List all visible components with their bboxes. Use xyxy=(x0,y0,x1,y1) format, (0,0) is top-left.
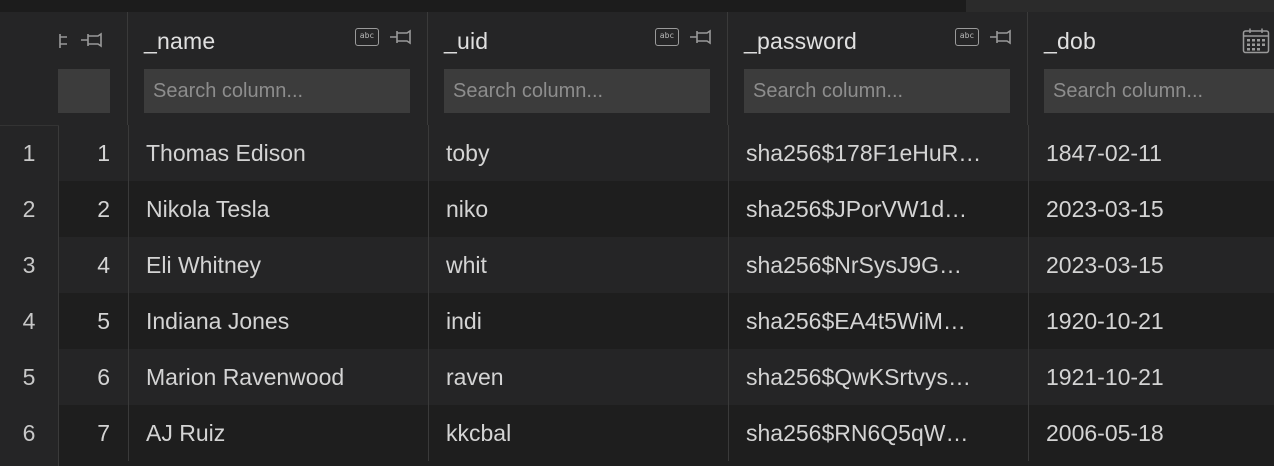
cell-dob[interactable]: 2023-03-15 xyxy=(1029,181,1274,237)
cell-uid[interactable]: raven xyxy=(429,349,729,405)
cell-dob[interactable]: 2023-03-15 xyxy=(1029,237,1274,293)
cell-dob[interactable]: 1920-10-21 xyxy=(1029,293,1274,349)
cell-password[interactable]: sha256$QwKSrtvys… xyxy=(729,349,1029,405)
abc-icon: abc xyxy=(955,28,979,46)
cell-name[interactable]: Nikola Tesla xyxy=(129,181,429,237)
cell-uid[interactable]: niko xyxy=(429,181,729,237)
column-title-dob: _dob xyxy=(1044,28,1096,54)
grid-header: _name abc _uid abc xyxy=(0,12,1274,126)
search-input-dob[interactable] xyxy=(1044,69,1274,113)
cell-password[interactable]: sha256$EA4t5WiM… xyxy=(729,293,1029,349)
cell-password[interactable]: sha256$JPorVW1d… xyxy=(729,181,1029,237)
cell-name[interactable]: Eli Whitney xyxy=(129,237,429,293)
horizontal-scrollbar[interactable] xyxy=(0,0,1274,12)
cell-id[interactable]: 1 xyxy=(59,125,129,181)
table-row[interactable]: 7 AJ Ruiz kkcbal sha256$RN6Q5qW… 2006-05… xyxy=(59,405,1274,461)
cell-dob[interactable]: 2006-05-18 xyxy=(1029,405,1274,461)
row-number: 3 xyxy=(22,252,36,278)
search-input-name[interactable] xyxy=(144,69,410,113)
search-input-password[interactable] xyxy=(744,69,1010,113)
cell-uid[interactable]: whit xyxy=(429,237,729,293)
cell-id[interactable]: 6 xyxy=(59,349,129,405)
row-number: 6 xyxy=(22,420,36,446)
row-number: 1 xyxy=(22,140,36,166)
row-number: 2 xyxy=(22,196,36,222)
abc-icon: abc xyxy=(355,28,379,46)
calendar-icon xyxy=(1242,28,1270,54)
column-title-name: _name xyxy=(144,28,216,54)
pin-icon[interactable] xyxy=(389,28,413,46)
cell-id[interactable]: 5 xyxy=(59,293,129,349)
row-number: 5 xyxy=(22,364,36,390)
table-row[interactable]: 2 Nikola Tesla niko sha256$JPorVW1d… 202… xyxy=(59,181,1274,237)
scrollbar-thumb[interactable] xyxy=(966,0,1274,12)
column-title-password: _password xyxy=(744,28,858,54)
pin-icon[interactable] xyxy=(689,28,713,46)
cell-name[interactable]: Marion Ravenwood xyxy=(129,349,429,405)
cell-id[interactable]: 2 xyxy=(59,181,129,237)
header-cell-dob[interactable]: _dob xyxy=(1028,12,1274,125)
table-row[interactable]: 5 Indiana Jones indi sha256$EA4t5WiM… 19… xyxy=(59,293,1274,349)
table-row[interactable]: 1 Thomas Edison toby sha256$178F1eHuR… 1… xyxy=(59,125,1274,181)
cell-name[interactable]: Indiana Jones xyxy=(129,293,429,349)
cell-uid[interactable]: kkcbal xyxy=(429,405,729,461)
cell-dob[interactable]: 1847-02-11 xyxy=(1029,125,1274,181)
column-resize-icon[interactable] xyxy=(58,32,70,55)
cell-password[interactable]: sha256$178F1eHuR… xyxy=(729,125,1029,181)
cell-id[interactable]: 7 xyxy=(59,405,129,461)
cell-name[interactable]: AJ Ruiz xyxy=(129,405,429,461)
row-number: 4 xyxy=(22,308,36,334)
table-row[interactable]: 4 Eli Whitney whit sha256$NrSysJ9G… 2023… xyxy=(59,237,1274,293)
cell-password[interactable]: sha256$RN6Q5qW… xyxy=(729,405,1029,461)
data-grid: _name abc _uid abc xyxy=(0,12,1274,466)
cell-password[interactable]: sha256$NrSysJ9G… xyxy=(729,237,1029,293)
pin-icon[interactable] xyxy=(989,28,1013,46)
header-cell-id xyxy=(58,12,128,125)
column-title-uid: _uid xyxy=(444,28,489,54)
search-input-uid[interactable] xyxy=(444,69,710,113)
cell-dob[interactable]: 1921-10-21 xyxy=(1029,349,1274,405)
header-cell-password[interactable]: _password abc xyxy=(728,12,1028,125)
header-cell-name[interactable]: _name abc xyxy=(128,12,428,125)
cell-name[interactable]: Thomas Edison xyxy=(129,125,429,181)
cell-uid[interactable]: indi xyxy=(429,293,729,349)
cell-uid[interactable]: toby xyxy=(429,125,729,181)
header-cell-uid[interactable]: _uid abc xyxy=(428,12,728,125)
search-input-id[interactable] xyxy=(58,69,110,113)
abc-icon: abc xyxy=(655,28,679,46)
data-grid-window: _name abc _uid abc xyxy=(0,0,1274,466)
pin-icon[interactable] xyxy=(80,31,104,49)
cell-id[interactable]: 4 xyxy=(59,237,129,293)
table-row[interactable]: 6 Marion Ravenwood raven sha256$QwKSrtvy… xyxy=(59,349,1274,405)
